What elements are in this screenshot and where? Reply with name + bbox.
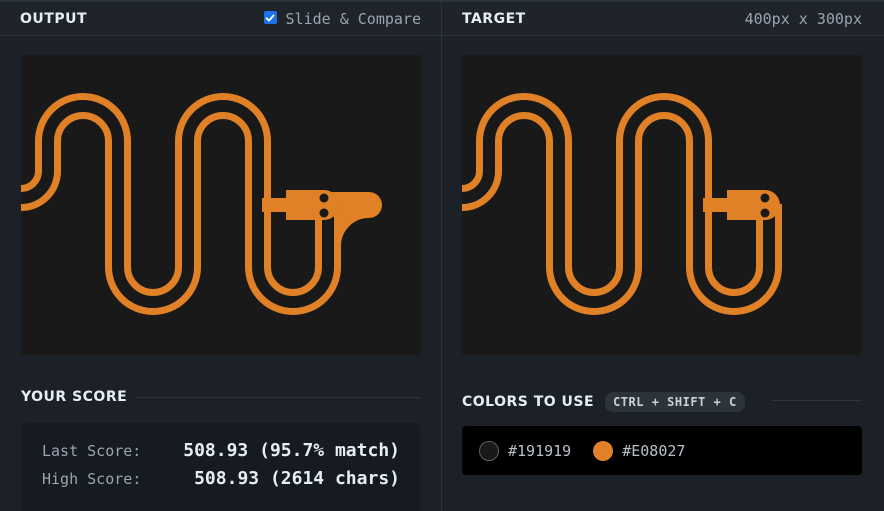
snake-head (727, 190, 780, 220)
output-title: OUTPUT (20, 10, 87, 27)
last-score-row: Last Score: 508.93 (95.7% match) (42, 440, 400, 461)
high-score-value: 508.93 (2614 chars) (194, 468, 400, 489)
target-snake-drawing (462, 55, 862, 355)
colors-box: #191919 #E08027 (462, 426, 862, 475)
colors-shortcut-badge: CTRL + SHIFT + C (605, 392, 745, 412)
high-score-row: High Score: 508.93 (2614 chars) (42, 468, 400, 489)
target-title: TARGET (462, 10, 526, 27)
swatch-circle (479, 440, 499, 461)
swatch-circle (593, 440, 614, 461)
panel-divider (441, 2, 442, 511)
swatch-hex-dark: #191919 (508, 441, 572, 460)
score-title: YOUR SCORE (21, 389, 128, 405)
colors-rule (771, 400, 862, 401)
color-swatch-orange[interactable]: #E08027 (593, 440, 686, 461)
swatch-hex-orange: #E08027 (622, 441, 686, 460)
slide-compare-checkbox[interactable] (263, 11, 277, 24)
target-canvas (462, 55, 862, 355)
last-score-label: Last Score: (42, 441, 142, 460)
output-header: OUTPUT Slide & Compare (0, 2, 441, 36)
checkmark-icon (265, 14, 275, 21)
last-score-value: 508.93 (95.7% match) (183, 440, 400, 461)
colors-header: COLORS TO USE CTRL + SHIFT + C (462, 392, 745, 412)
target-header: TARGET 400px x 300px (442, 2, 884, 36)
score-rule (136, 397, 420, 398)
slide-compare-toggle[interactable]: Slide & Compare (263, 9, 421, 28)
score-box: Last Score: 508.93 (95.7% match) High Sc… (22, 423, 420, 511)
target-size-label: 400px x 300px (744, 9, 862, 28)
snake-head (286, 190, 339, 220)
slide-compare-label: Slide & Compare (285, 9, 421, 28)
color-swatch-dark[interactable]: #191919 (479, 440, 572, 461)
app-root: OUTPUT Slide & Compare TARGET 400px x 30… (0, 0, 884, 511)
output-canvas[interactable] (21, 55, 421, 355)
high-score-label: High Score: (42, 469, 142, 488)
output-snake-drawing (21, 55, 421, 355)
colors-title: COLORS TO USE (462, 394, 595, 410)
